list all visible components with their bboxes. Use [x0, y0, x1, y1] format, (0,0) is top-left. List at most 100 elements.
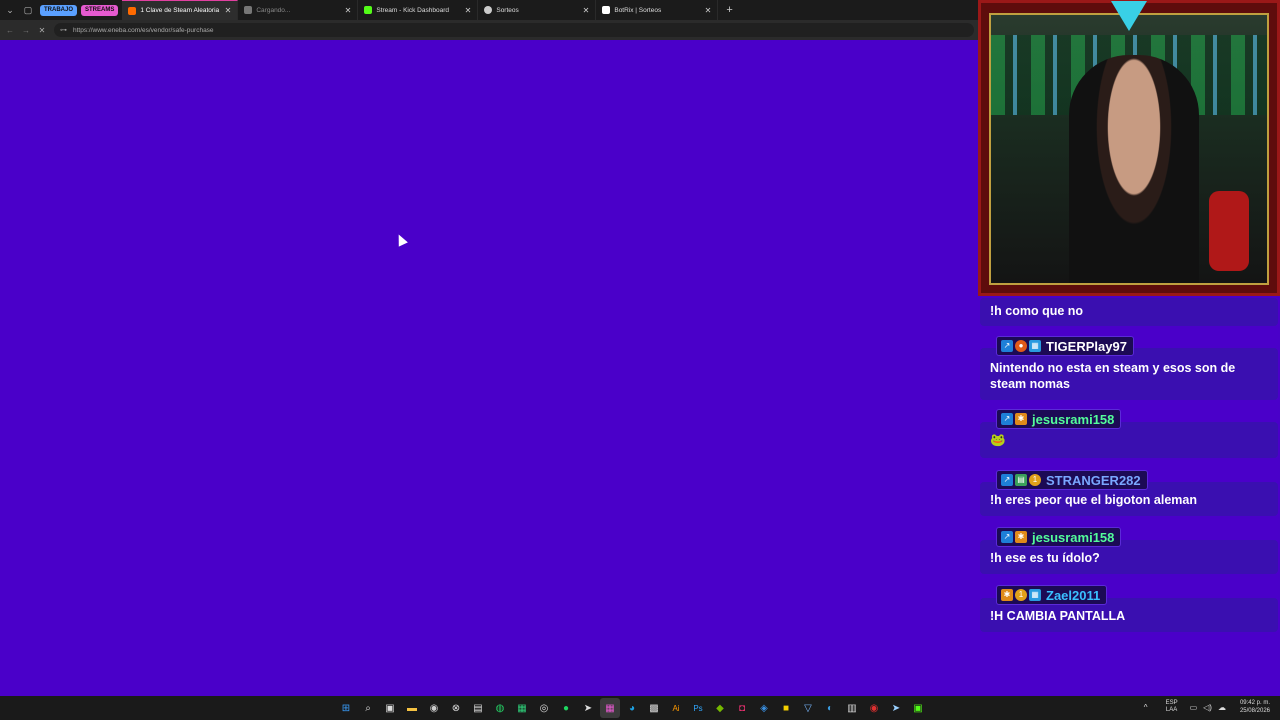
webcam-feed: [989, 13, 1269, 285]
app7-icon[interactable]: ◉: [864, 698, 884, 718]
store-icon[interactable]: ▤: [468, 698, 488, 718]
browser-tab-strip: ⌄ ▢ TRABAJO STREAMS 1 Clave de Steam Ale…: [0, 0, 980, 20]
tab-group-streams[interactable]: STREAMS: [81, 4, 119, 16]
tab-label: Cargando...: [256, 6, 291, 14]
tab-botrix-sorteos[interactable]: BotRix | Sorteos ✕: [596, 0, 719, 20]
clock-time: 09:42 p. m.: [1239, 700, 1270, 706]
tab-loading[interactable]: Cargando... ✕: [238, 0, 359, 20]
message-text: !H CAMBIA PANTALLA: [990, 609, 1126, 623]
app6-icon[interactable]: ▥: [842, 698, 862, 718]
search-icon[interactable]: ⌕: [358, 698, 378, 718]
username[interactable]: TIGERPlay97: [1046, 339, 1127, 354]
username-plate: ✱ 1 ▦ Zael2011: [996, 585, 1108, 605]
tab-label: BotRix | Sorteos: [614, 6, 662, 14]
obs-icon[interactable]: ◎: [534, 698, 554, 718]
tab-kick-dashboard[interactable]: Stream - Kick Dashboard ✕: [358, 0, 479, 20]
chat-overlay: !h como que no Nintendo no esta en steam…: [980, 298, 1280, 638]
username-plate: ↗ ● ▦ TIGERPlay97: [996, 336, 1134, 356]
nvidia-icon[interactable]: ◆: [710, 698, 730, 718]
edge2-icon[interactable]: ▽: [798, 698, 818, 718]
crest-logo-icon: [1111, 1, 1147, 31]
xbox-icon[interactable]: ⊗: [446, 698, 466, 718]
username-plate: ↗ ✱ jesusrami158: [996, 527, 1122, 547]
app5-icon[interactable]: ◐: [820, 698, 840, 718]
url-text: https://www.eneba.com/es/vendor/safe-pur…: [73, 26, 214, 34]
message-text: !h ese es tu ídolo?: [990, 551, 1100, 565]
close-icon[interactable]: ✕: [465, 6, 472, 15]
star-icon: ●: [1015, 340, 1027, 352]
close-icon[interactable]: ✕: [705, 6, 712, 15]
folder-icon[interactable]: ▬: [402, 698, 422, 718]
webcam-overlay: [978, 0, 1280, 296]
close-icon[interactable]: ✕: [345, 6, 352, 15]
app3-icon[interactable]: ◈: [754, 698, 774, 718]
network-icon[interactable]: ▭: [1190, 703, 1198, 712]
app4-icon[interactable]: ■: [776, 698, 796, 718]
tab-search-icon[interactable]: ⌄: [2, 2, 18, 18]
app-icon[interactable]: ▦: [512, 698, 532, 718]
microphone-image: [1209, 191, 1249, 271]
mouse-cursor-icon: [394, 232, 408, 247]
app8-icon[interactable]: ▣: [908, 698, 928, 718]
mod-icon: ↗: [1001, 531, 1013, 543]
back-icon[interactable]: ←: [4, 26, 16, 35]
tab-group-trabajo[interactable]: TRABAJO: [40, 4, 78, 16]
close-icon[interactable]: ✕: [583, 6, 590, 15]
chart-icon: ▤: [1015, 474, 1027, 486]
message-text: Nintendo no esta en steam y esos son de …: [990, 361, 1236, 391]
chrome-icon[interactable]: ◉: [424, 698, 444, 718]
site-info-icon[interactable]: ⊶: [60, 26, 67, 34]
loading-favicon-icon: [244, 6, 253, 14]
eneba-favicon-icon: [128, 6, 137, 15]
tab-sorteos[interactable]: Sorteos ✕: [478, 0, 597, 20]
tab-steam-key[interactable]: 1 Clave de Steam Aleatoria - Edici ✕: [122, 0, 239, 20]
username[interactable]: jesusrami158: [1032, 412, 1114, 427]
photoshop-icon[interactable]: Ps: [688, 698, 708, 718]
username[interactable]: jesusrami158: [1032, 530, 1114, 545]
chat-message: !h como que no: [980, 298, 1278, 326]
gift-icon: ✱: [1001, 589, 1013, 601]
url-bar[interactable]: ⊶ https://www.eneba.com/es/vendor/safe-p…: [54, 23, 974, 37]
address-bar-row: ← → ✕ ⊶ https://www.eneba.com/es/vendor/…: [0, 20, 980, 40]
username[interactable]: Zael2011: [1046, 588, 1100, 603]
new-tab-button[interactable]: +: [726, 4, 732, 16]
tab-label: Stream - Kick Dashboard: [376, 6, 449, 14]
system-tray: ^ ESP LAA ▭ ◁) ☁ 09:42 p. m. 25/08/2026: [1144, 699, 1270, 715]
coin-icon: 1: [1015, 589, 1027, 601]
username-plate: ↗ ✱ jesusrami158: [996, 409, 1122, 429]
stream-icon[interactable]: ▦: [600, 698, 620, 718]
windows-icon[interactable]: ⊞: [336, 698, 356, 718]
steam2-icon[interactable]: ➤: [886, 698, 906, 718]
message-text: !h como que no: [990, 304, 1084, 318]
taskview-icon[interactable]: ▣: [380, 698, 400, 718]
taskbar-icons: ⊞ ⌕ ▣ ▬ ◉ ⊗ ▤ ◍ ▦ ◎ ● ➤ ▦ ◕ ▩ Ai Ps ◆ ◘ …: [336, 698, 930, 718]
tab-label: Sorteos: [496, 6, 519, 14]
window-menu-icon[interactable]: ▢: [20, 2, 36, 18]
illustrator-icon[interactable]: Ai: [666, 698, 686, 718]
chevron-up-icon[interactable]: ^: [1144, 703, 1148, 712]
username[interactable]: STRANGER282: [1046, 473, 1141, 488]
language-indicator[interactable]: ESP LAA: [1166, 700, 1178, 714]
language-code: ESP: [1165, 700, 1178, 706]
mod-icon: ↗: [1001, 413, 1013, 425]
botrix-favicon-icon: [602, 6, 611, 14]
close-icon[interactable]: ✕: [225, 6, 232, 15]
edge-icon[interactable]: ◕: [622, 698, 642, 718]
verified-icon: ▦: [1029, 340, 1041, 352]
message-text: !h eres peor que el bigoton aleman: [990, 493, 1197, 507]
app2-icon[interactable]: ▩: [644, 698, 664, 718]
mod-icon: ↗: [1001, 340, 1013, 352]
forward-icon[interactable]: →: [20, 26, 32, 35]
username-plate: ↗ ▤ 1 STRANGER282: [996, 470, 1148, 490]
spotify-icon[interactable]: ●: [556, 698, 576, 718]
clock-date: 25/08/2026: [1239, 708, 1270, 714]
whatsapp-icon[interactable]: ◍: [490, 698, 510, 718]
stop-loading-icon[interactable]: ✕: [36, 26, 48, 35]
clock[interactable]: 09:42 p. m. 25/08/2026: [1240, 699, 1270, 715]
verified-icon: ▦: [1029, 589, 1041, 601]
gift-icon: ✱: [1015, 413, 1027, 425]
volume-icon[interactable]: ◁): [1203, 703, 1212, 712]
cloud-icon[interactable]: ☁: [1218, 703, 1226, 712]
steam-icon[interactable]: ➤: [578, 698, 598, 718]
instagram-icon[interactable]: ◘: [732, 698, 752, 718]
